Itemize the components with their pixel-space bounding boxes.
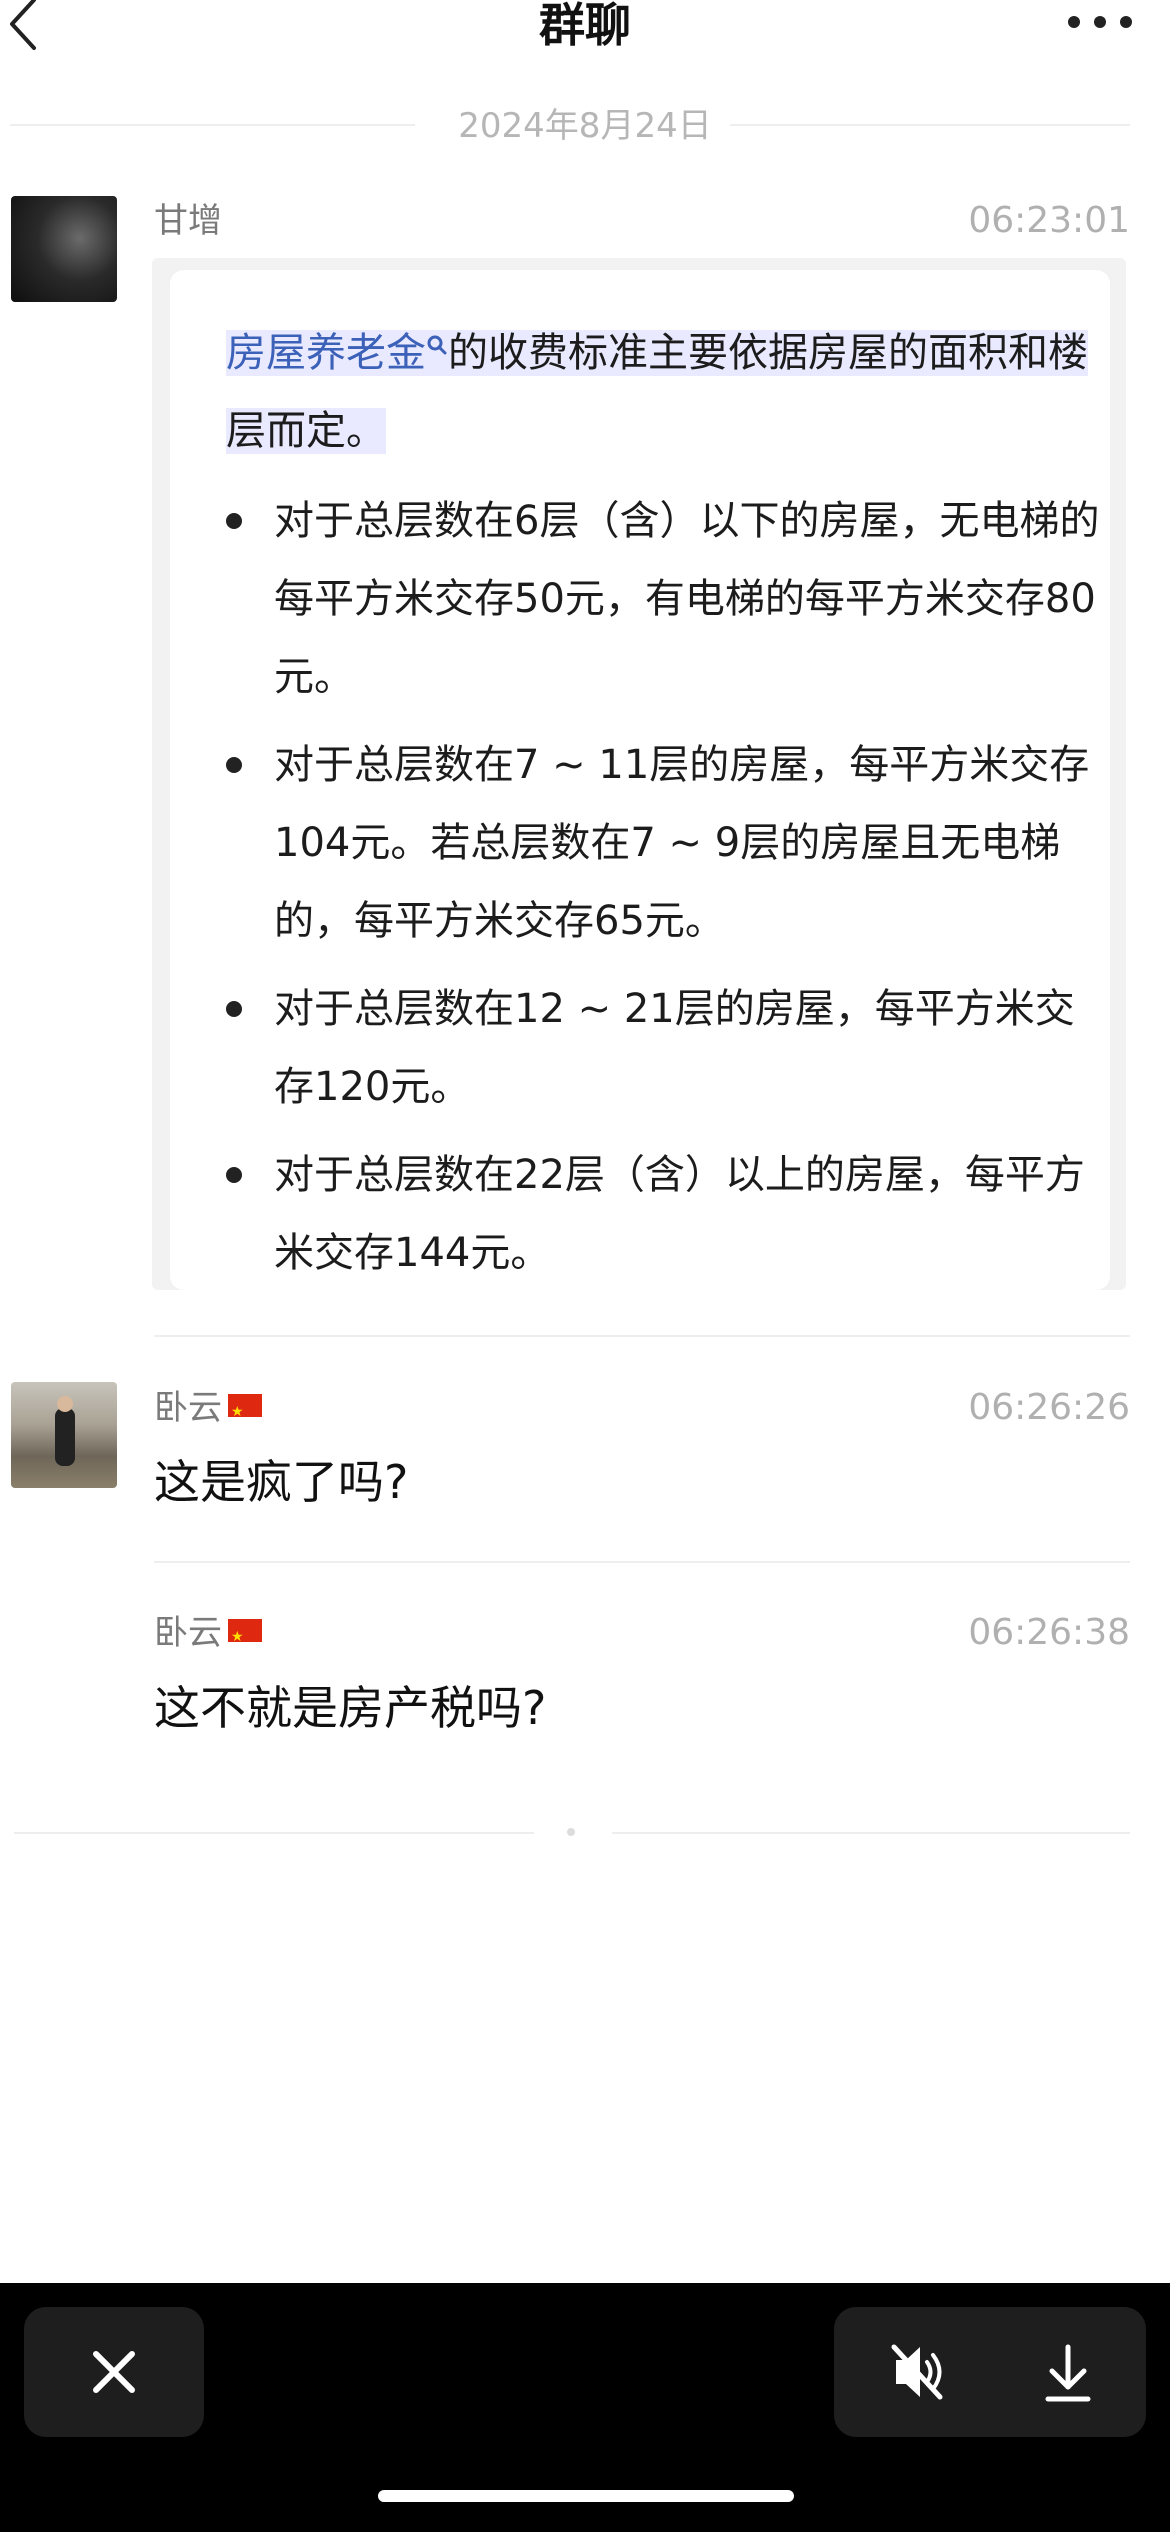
sender-name: 甘增 (154, 201, 222, 241)
china-flag-icon (228, 1389, 262, 1435)
keyword-link[interactable]: 房屋养老金 (226, 330, 426, 376)
bullet-item: 对于总层数在6层（含）以下的房屋，无电梯的每平方米交存50元，有电梯的每平方米交… (226, 482, 1114, 716)
avatar[interactable] (11, 196, 117, 302)
quote-lead-highlight: 房屋养老金 的收费标准主要依据房屋的面积和楼层而定。 (226, 330, 1088, 454)
divider (14, 1832, 534, 1834)
sender-name: 卧云 (154, 1610, 262, 1660)
bullet-item: 对于总层数在7 ~ 11层的房屋，每平方米交存104元。若总层数在7 ~ 9层的… (226, 726, 1114, 960)
date-label: 2024年8月24日 (458, 106, 712, 146)
message-time: 06:26:38 (968, 1612, 1130, 1653)
page-title: 群聊 (539, 0, 631, 52)
quoted-card-body: 房屋养老金 的收费标准主要依据房屋的面积和楼层而定。 对于总层数在6层（含）以下的… (170, 270, 1110, 1290)
download-button[interactable] (990, 2307, 1146, 2437)
divider (154, 1335, 1130, 1337)
message-time: 06:23:01 (968, 200, 1130, 241)
quoted-card[interactable]: 房屋养老金 的收费标准主要依据房屋的面积和楼层而定。 对于总层数在6层（含）以下的… (152, 258, 1126, 1290)
divider (154, 1561, 1130, 1563)
mute-button[interactable] (834, 2307, 990, 2437)
bullet-item: 对于总层数在12 ~ 21层的房屋，每平方米交存120元。 (226, 970, 1114, 1126)
speaker-muted-icon (891, 2344, 943, 2400)
search-icon (427, 335, 447, 355)
message-time: 06:26:26 (968, 1387, 1130, 1428)
avatar[interactable] (11, 1382, 117, 1488)
quote-lead: 房屋养老金 的收费标准主要依据房屋的面积和楼层而定。 (226, 314, 1114, 470)
close-button[interactable] (24, 2307, 204, 2437)
divider-dot (567, 1828, 575, 1836)
more-dots-icon (1068, 16, 1080, 28)
quoted-text: 房屋养老金 的收费标准主要依据房屋的面积和楼层而定。 对于总层数在6层（含）以下的… (226, 314, 1114, 1292)
bullet-item: 对于总层数在22层（含）以上的房屋，每平方米交存144元。 (226, 1136, 1114, 1292)
sender-name-text: 卧云 (154, 1613, 222, 1653)
message-text: 这是疯了吗? (154, 1455, 409, 1509)
close-icon (93, 2351, 135, 2393)
message-text: 这不就是房产税吗? (154, 1681, 547, 1735)
sender-name-text: 卧云 (154, 1388, 222, 1428)
more-dots-icon (1120, 16, 1132, 28)
divider (612, 1832, 1130, 1834)
china-flag-icon (228, 1614, 262, 1660)
more-dots-icon (1094, 16, 1106, 28)
divider (730, 124, 1130, 126)
media-controls (834, 2307, 1146, 2437)
home-indicator[interactable] (378, 2490, 794, 2502)
more-button[interactable] (1060, 0, 1140, 44)
download-icon (1045, 2344, 1091, 2402)
sender-name: 卧云 (154, 1385, 262, 1435)
